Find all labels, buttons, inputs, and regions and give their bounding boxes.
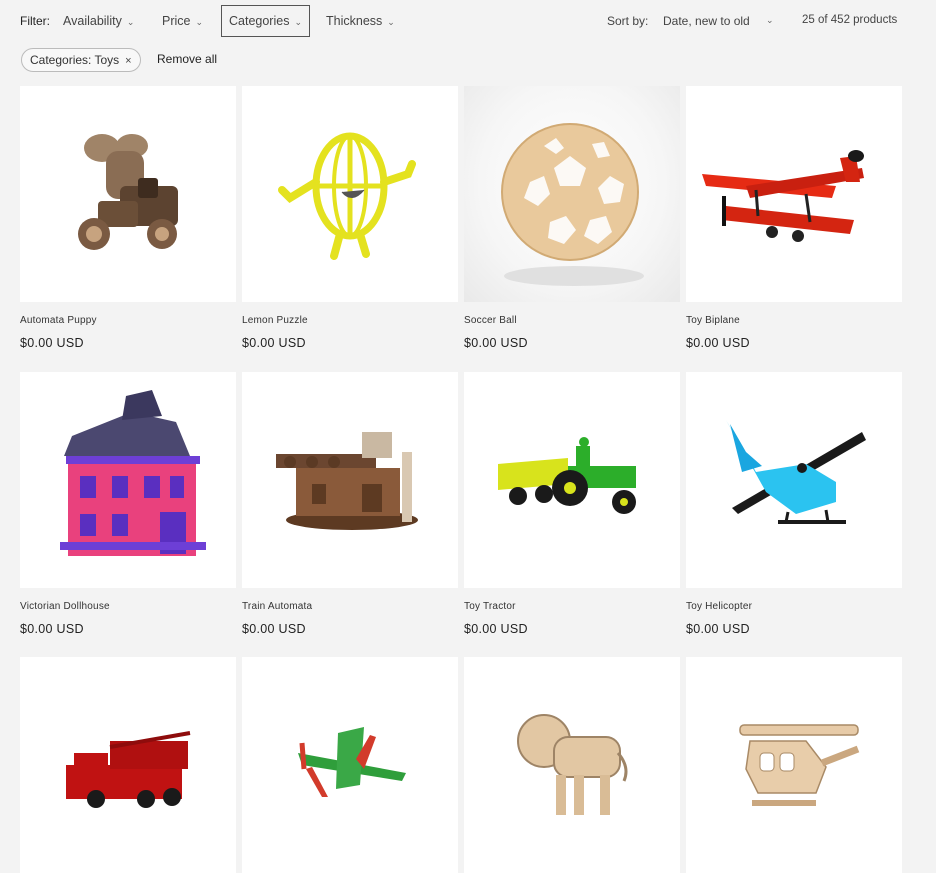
product-card[interactable]: Victorian Dollhouse $0.00 USD: [20, 372, 236, 636]
product-title[interactable]: Soccer Ball: [464, 315, 517, 326]
product-image[interactable]: [242, 372, 458, 588]
product-image[interactable]: [464, 372, 680, 588]
product-image[interactable]: [686, 657, 902, 873]
filter-label: Filter:: [20, 14, 50, 28]
product-price: $0.00 USD: [464, 622, 528, 636]
lemon-puzzle-image: [278, 132, 416, 260]
product-title[interactable]: Train Automata: [242, 601, 312, 612]
categories-filter-button[interactable]: Categories ⌄: [221, 5, 310, 37]
chevron-down-icon: ⌄: [387, 17, 395, 27]
product-card[interactable]: [20, 657, 236, 873]
product-price: $0.00 USD: [686, 336, 750, 350]
sort-select[interactable]: Date, new to old: [663, 14, 750, 28]
product-price: $0.00 USD: [20, 622, 84, 636]
close-icon[interactable]: ×: [125, 55, 131, 67]
thickness-filter-button[interactable]: Thickness ⌄: [326, 9, 395, 33]
categories-filter-label: Categories: [229, 14, 290, 28]
product-price: $0.00 USD: [242, 336, 306, 350]
product-image[interactable]: [242, 657, 458, 873]
product-card[interactable]: Toy Tractor $0.00 USD: [464, 372, 680, 636]
product-title[interactable]: Victorian Dollhouse: [20, 601, 110, 612]
chevron-down-icon: ⌄: [126, 17, 135, 27]
wooden-helicopter-image: [739, 724, 860, 806]
product-card[interactable]: Toy Biplane $0.00 USD: [686, 86, 902, 350]
price-filter-label: Price: [162, 14, 191, 28]
product-title[interactable]: Lemon Puzzle: [242, 315, 308, 326]
availability-filter-label: Availability: [63, 14, 122, 28]
toy-helicopter-image: [726, 420, 866, 524]
product-price: $0.00 USD: [242, 622, 306, 636]
product-card[interactable]: Automata Puppy $0.00 USD: [20, 86, 236, 350]
product-card[interactable]: Soccer Ball $0.00 USD: [464, 86, 680, 350]
active-filter-pill[interactable]: Categories: Toys ×: [21, 48, 141, 72]
automata-puppy-image: [78, 134, 178, 250]
active-filter-label: Categories: Toys: [30, 53, 120, 67]
fire-truck-image: [66, 731, 191, 808]
chevron-down-icon: ⌄: [195, 17, 204, 27]
product-card[interactable]: Toy Helicopter $0.00 USD: [686, 372, 902, 636]
product-image[interactable]: [20, 86, 236, 302]
product-card[interactable]: [464, 657, 680, 873]
victorian-dollhouse-image: [60, 390, 206, 556]
chevron-down-icon[interactable]: ⌄: [766, 15, 774, 26]
sort-label: Sort by:: [607, 14, 649, 28]
product-image[interactable]: [20, 657, 236, 873]
product-image[interactable]: [20, 372, 236, 588]
chevron-down-icon: ⌄: [294, 17, 302, 27]
product-title[interactable]: Toy Tractor: [464, 601, 516, 612]
product-image[interactable]: [686, 372, 902, 588]
product-price: $0.00 USD: [464, 336, 528, 350]
remove-all-link[interactable]: Remove all: [157, 52, 217, 66]
product-price: $0.00 USD: [20, 336, 84, 350]
product-image[interactable]: [464, 657, 680, 873]
toy-biplane-image: [702, 150, 864, 242]
product-card[interactable]: Train Automata $0.00 USD: [242, 372, 458, 636]
product-card[interactable]: [242, 657, 458, 873]
train-automata-image: [276, 432, 418, 530]
product-image[interactable]: [242, 86, 458, 302]
product-price: $0.00 USD: [686, 622, 750, 636]
product-title[interactable]: Automata Puppy: [20, 315, 97, 326]
wooden-lion-image: [517, 714, 628, 815]
product-title[interactable]: Toy Biplane: [686, 315, 740, 326]
product-image[interactable]: [686, 86, 902, 302]
filter-bar: Filter: Availability ⌄ Price ⌄ Categories ⌄…: [0, 0, 936, 42]
product-card[interactable]: Lemon Puzzle $0.00 USD: [242, 86, 458, 350]
price-filter-button[interactable]: Price ⌄: [162, 9, 203, 33]
availability-filter-button[interactable]: Availability ⌄: [63, 9, 134, 33]
product-count: 25 of 452 products: [802, 14, 898, 26]
product-card[interactable]: [686, 657, 902, 873]
thickness-filter-label: Thickness: [326, 14, 383, 28]
soccer-ball-image: [501, 123, 644, 286]
product-image[interactable]: [464, 86, 680, 302]
toy-airplane-image: [298, 727, 406, 797]
product-title[interactable]: Toy Helicopter: [686, 601, 752, 612]
toy-tractor-image: [498, 437, 636, 514]
